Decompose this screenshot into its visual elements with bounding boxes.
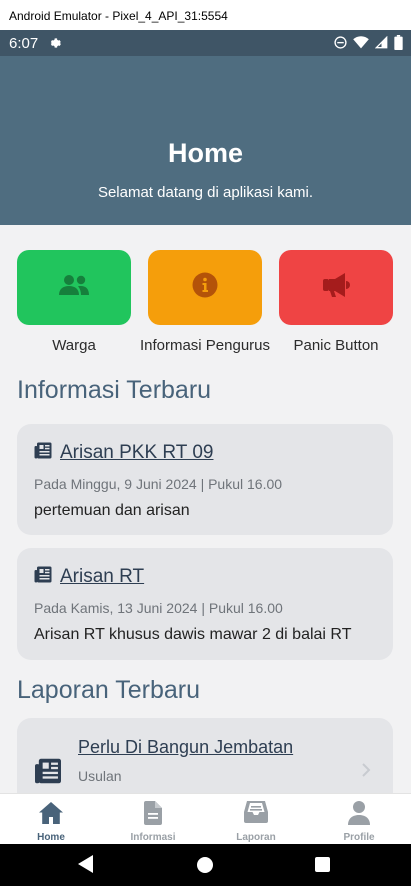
page-title: Home xyxy=(167,138,243,168)
report-title-link[interactable]: Perlu Di Bangun Jembatan xyxy=(78,737,293,758)
status-bar: 6:07 xyxy=(0,30,411,56)
info-meta: Pada Minggu, 9 Juni 2024 | Pukul 16.00 xyxy=(34,476,283,492)
bottom-navigation: Home Informasi Laporan Profile xyxy=(0,793,411,844)
info-description: pertemuan dan arisan xyxy=(34,502,190,519)
info-card[interactable]: Arisan PKK RT 09 Pada Minggu, 9 Juni 202… xyxy=(17,424,393,535)
warga-label: Warga xyxy=(52,337,96,354)
main-content: Warga Informasi Pengurus Panic Button In… xyxy=(0,225,411,793)
chevron-right-icon[interactable] xyxy=(361,762,371,783)
settings-gear-icon xyxy=(48,36,62,54)
info-title-link[interactable]: Arisan PKK RT 09 xyxy=(60,442,213,464)
emulator-window-title: Android Emulator - Pixel_4_API_31:5554 xyxy=(0,0,411,30)
informasi-pengurus-label: Informasi Pengurus xyxy=(139,337,271,354)
warga-button[interactable] xyxy=(17,250,131,325)
status-time: 6:07 xyxy=(9,35,39,52)
nav-informasi[interactable]: Informasi xyxy=(102,794,204,845)
newspaper-icon xyxy=(34,566,52,588)
newspaper-icon xyxy=(34,442,52,464)
home-circle-icon[interactable] xyxy=(197,857,213,878)
nav-laporan[interactable]: Laporan xyxy=(205,794,307,845)
info-meta: Pada Kamis, 13 Juni 2024 | Pukul 16.00 xyxy=(34,600,283,616)
newspaper-icon xyxy=(34,758,62,789)
informasi-pengurus-button[interactable] xyxy=(148,250,262,325)
dnd-icon xyxy=(334,36,347,53)
info-card[interactable]: Arisan RT Pada Kamis, 13 Juni 2024 | Puk… xyxy=(17,548,393,660)
system-navigation-bar xyxy=(0,844,411,886)
nav-laporan-label: Laporan xyxy=(236,832,276,843)
panic-button[interactable] xyxy=(279,250,393,325)
back-icon[interactable] xyxy=(78,855,94,878)
inbox-icon xyxy=(205,801,307,823)
document-icon xyxy=(102,801,204,825)
report-card[interactable]: Perlu Di Bangun Jembatan Usulan xyxy=(17,718,393,793)
informasi-terbaru-heading: Informasi Terbaru xyxy=(17,376,212,404)
signal-icon xyxy=(374,35,388,53)
report-category: Usulan xyxy=(78,768,122,784)
user-icon xyxy=(308,801,410,825)
nav-home[interactable]: Home xyxy=(0,794,102,845)
info-title-link[interactable]: Arisan RT xyxy=(60,566,144,588)
home-icon xyxy=(0,801,102,825)
action-panic-button[interactable]: Panic Button xyxy=(279,250,393,354)
nav-home-label: Home xyxy=(37,832,65,843)
people-icon xyxy=(58,273,90,302)
action-warga[interactable]: Warga xyxy=(17,250,131,354)
nav-profile[interactable]: Profile xyxy=(308,794,410,845)
info-description: Arisan RT khusus dawis mawar 2 di balai … xyxy=(34,626,352,643)
home-header: Home Selamat datang di aplikasi kami. xyxy=(0,56,411,225)
action-informasi-pengurus[interactable]: Informasi Pengurus xyxy=(140,250,270,354)
megaphone-icon xyxy=(321,272,351,303)
wifi-icon xyxy=(353,36,369,53)
battery-icon xyxy=(394,35,403,54)
laporan-terbaru-heading: Laporan Terbaru xyxy=(17,676,201,704)
info-icon xyxy=(192,272,218,303)
panic-button-label: Panic Button xyxy=(293,337,379,354)
quick-actions: Warga Informasi Pengurus Panic Button xyxy=(17,250,393,360)
nav-informasi-label: Informasi xyxy=(130,832,176,843)
recents-icon[interactable] xyxy=(315,857,330,877)
welcome-subtitle: Selamat datang di aplikasi kami. xyxy=(97,184,314,201)
nav-profile-label: Profile xyxy=(343,832,375,843)
